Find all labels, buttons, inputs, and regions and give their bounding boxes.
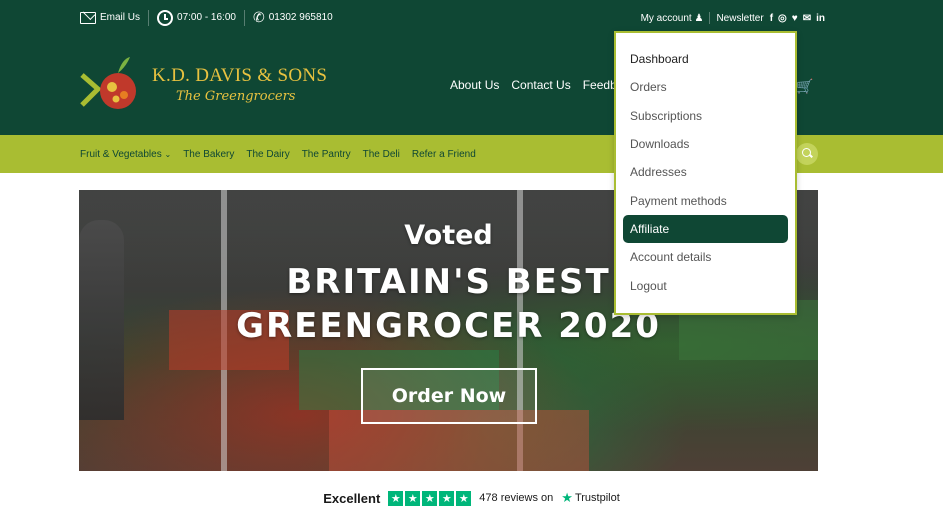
divider xyxy=(709,12,711,24)
linkedin-icon[interactable]: in xyxy=(816,13,825,24)
fruit-logo-icon xyxy=(80,57,136,109)
divider xyxy=(243,9,245,26)
envelope-icon xyxy=(80,11,96,24)
phone-link[interactable]: ✆ 01302 965810 xyxy=(253,9,333,26)
brand-tagline: The Greengrocers xyxy=(176,88,296,104)
trustpilot-widget[interactable]: Excellent ★ ★ ★ ★ ★ 478 reviews on ★ Tru… xyxy=(0,490,943,506)
email-icon[interactable]: ✉ xyxy=(803,13,811,24)
user-icon: ♟ xyxy=(694,12,704,24)
hours-text: 07:00 - 16:00 xyxy=(177,12,236,23)
twitter-icon[interactable]: ♥ xyxy=(792,13,798,24)
chevron-down-icon: ⌄ xyxy=(164,150,172,159)
cat-deli[interactable]: The Deli xyxy=(363,149,400,160)
email-link[interactable]: Email Us xyxy=(80,11,141,24)
trust-review-count: 478 reviews on xyxy=(479,492,554,504)
instagram-icon[interactable]: ◎ xyxy=(778,13,787,24)
star-icon: ★ xyxy=(405,490,421,506)
opening-hours: 07:00 - 16:00 xyxy=(157,9,236,26)
order-now-button[interactable]: Order Now xyxy=(361,368,537,424)
star-icon: ★ xyxy=(422,490,438,506)
trust-stars: ★ ★ ★ ★ ★ xyxy=(388,490,472,506)
cat-pantry[interactable]: The Pantry xyxy=(302,149,351,160)
menu-item-account-details[interactable]: Account details xyxy=(616,243,795,271)
category-bar: Fruit & Vegetables ⌄ The Bakery The Dair… xyxy=(0,135,943,173)
my-account-link[interactable]: My account ♟ xyxy=(641,13,704,24)
logo[interactable]: K.D. DAVIS & SONS The Greengrocers xyxy=(80,53,327,115)
search-icon[interactable] xyxy=(796,143,818,165)
cat-refer-friend[interactable]: Refer a Friend xyxy=(412,149,476,160)
menu-item-affiliate[interactable]: Affiliate xyxy=(623,214,788,244)
cart-icon: 🛒 xyxy=(796,78,814,94)
trust-rating-word: Excellent xyxy=(323,490,381,506)
account-dropdown-menu: Dashboard Orders Subscriptions Downloads… xyxy=(614,31,797,315)
clock-icon xyxy=(157,9,174,26)
social-links: f ◎ ♥ ✉ in xyxy=(770,13,825,24)
menu-item-addresses[interactable]: Addresses xyxy=(616,158,795,186)
cart-button[interactable]: 🛒 xyxy=(796,78,813,95)
top-bar: Email Us 07:00 - 16:00 ✆ 01302 965810 My… xyxy=(0,0,943,38)
newsletter-link[interactable]: Newsletter xyxy=(716,13,763,24)
cat-dairy[interactable]: The Dairy xyxy=(246,149,289,160)
star-icon: ★ xyxy=(456,490,472,506)
phone-icon: ✆ xyxy=(252,9,265,25)
trustpilot-star-icon: ★ xyxy=(561,490,573,505)
menu-item-logout[interactable]: Logout xyxy=(616,271,795,299)
facebook-icon[interactable]: f xyxy=(770,13,773,24)
divider xyxy=(148,9,150,26)
menu-item-payment-methods[interactable]: Payment methods xyxy=(616,186,795,214)
star-icon: ★ xyxy=(439,490,455,506)
trustpilot-brand: Trustpilot xyxy=(574,492,620,504)
my-account-label: My account xyxy=(640,12,692,24)
email-label: Email Us xyxy=(100,12,141,23)
cat-fruit-veg[interactable]: Fruit & Vegetables ⌄ xyxy=(80,149,171,160)
site-header: K.D. DAVIS & SONS The Greengrocers About… xyxy=(0,38,943,135)
nav-about-us[interactable]: About Us xyxy=(450,78,499,92)
nav-contact-us[interactable]: Contact Us xyxy=(511,78,570,92)
menu-item-orders[interactable]: Orders xyxy=(616,73,795,101)
brand-name: K.D. DAVIS & SONS xyxy=(152,64,328,86)
menu-item-subscriptions[interactable]: Subscriptions xyxy=(616,102,795,130)
cat-bakery[interactable]: The Bakery xyxy=(183,149,234,160)
phone-number: 01302 965810 xyxy=(268,12,333,23)
star-icon: ★ xyxy=(388,490,404,506)
trustpilot-logo: ★ Trustpilot xyxy=(561,490,619,506)
menu-item-dashboard[interactable]: Dashboard xyxy=(616,45,795,73)
main-nav: About Us Contact Us Feedback xyxy=(450,78,635,92)
menu-item-downloads[interactable]: Downloads xyxy=(616,130,795,158)
category-nav: Fruit & Vegetables ⌄ The Bakery The Dair… xyxy=(80,149,476,160)
cat-fruit-veg-label: Fruit & Vegetables xyxy=(80,149,162,160)
